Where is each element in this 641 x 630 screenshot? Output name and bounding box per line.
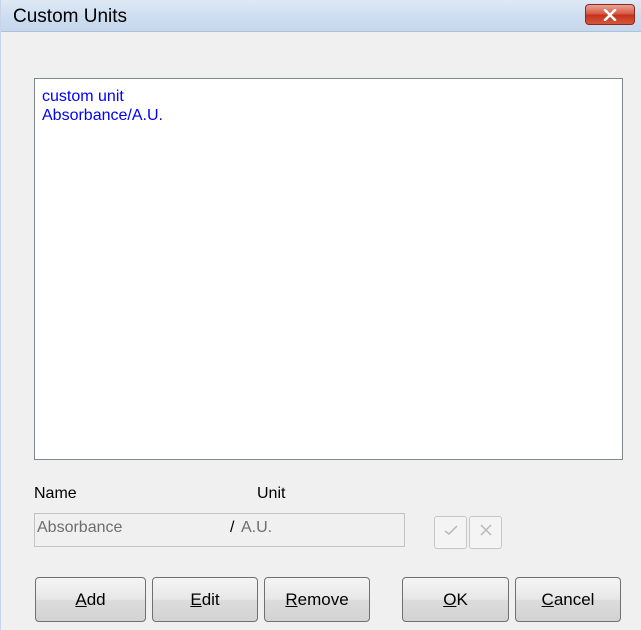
name-value: Absorbance [37,519,123,536]
window-title: Custom Units [13,6,128,27]
remove-button[interactable]: Remove [264,577,370,622]
unit-separator: / [230,519,235,536]
x-icon [478,523,494,542]
edit-button[interactable]: Edit [152,577,258,622]
title-bar[interactable]: Custom Units [1,0,641,32]
cancel-edit-button[interactable] [469,516,502,549]
add-button[interactable]: Add [35,577,146,622]
confirm-edit-button[interactable] [434,516,467,549]
name-unit-field[interactable]: Absorbance / A.U. [34,513,405,547]
check-icon [442,523,460,542]
cancel-label: ancel [553,589,595,609]
cancel-mnemonic: C [541,589,554,609]
remove-mnemonic: R [285,589,298,609]
close-icon [603,8,617,21]
add-mnemonic: A [75,589,87,609]
custom-units-dialog: Custom Units custom unit Absorbance/A.U.… [0,0,641,630]
list-item[interactable]: Absorbance/A.U. [42,107,163,125]
edit-mnemonic: E [190,589,202,609]
close-button[interactable] [585,4,635,25]
remove-label: emove [297,589,349,609]
ok-label: K [456,589,468,609]
edit-label: dit [201,589,220,609]
add-label: dd [86,589,106,609]
unit-label: Unit [257,485,286,502]
ok-button[interactable]: OK [402,577,509,622]
list-item[interactable]: custom unit [42,88,124,106]
ok-mnemonic: O [443,589,457,609]
units-list[interactable]: custom unit Absorbance/A.U. [34,78,623,460]
cancel-button[interactable]: Cancel [515,577,621,622]
name-label: Name [34,485,77,502]
unit-value: A.U. [241,519,273,536]
